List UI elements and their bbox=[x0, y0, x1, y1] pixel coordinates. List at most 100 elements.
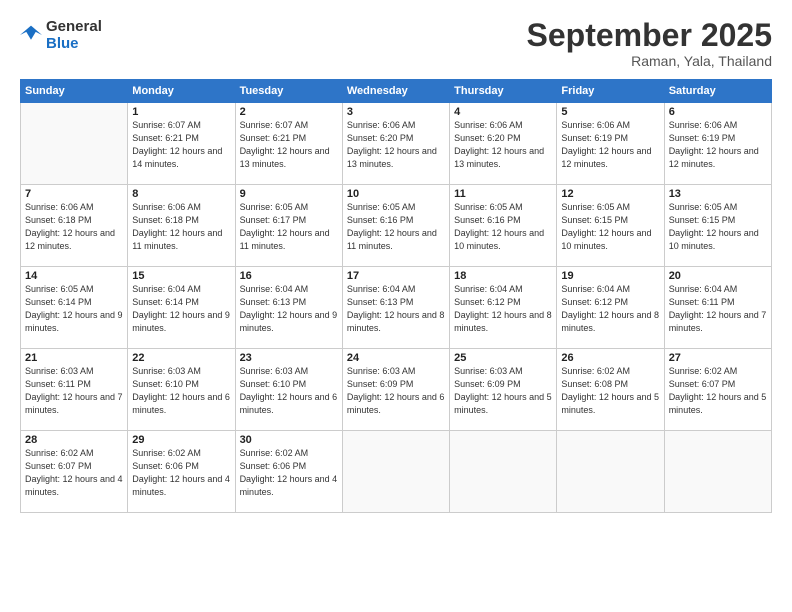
title-block: September 2025 Raman, Yala, Thailand bbox=[527, 18, 772, 69]
logo: General Blue bbox=[20, 18, 102, 53]
day-info: Sunrise: 6:06 AMSunset: 6:18 PMDaylight:… bbox=[132, 201, 230, 253]
day-number: 17 bbox=[347, 270, 445, 282]
day-info: Sunrise: 6:04 AMSunset: 6:11 PMDaylight:… bbox=[669, 283, 767, 335]
day-number: 28 bbox=[25, 434, 123, 446]
day-info: Sunrise: 6:05 AMSunset: 6:16 PMDaylight:… bbox=[454, 201, 552, 253]
table-row: 2Sunrise: 6:07 AMSunset: 6:21 PMDaylight… bbox=[235, 103, 342, 185]
table-row: 7Sunrise: 6:06 AMSunset: 6:18 PMDaylight… bbox=[21, 185, 128, 267]
table-row bbox=[342, 431, 449, 513]
col-wednesday: Wednesday bbox=[342, 80, 449, 103]
table-row: 24Sunrise: 6:03 AMSunset: 6:09 PMDayligh… bbox=[342, 349, 449, 431]
table-row bbox=[21, 103, 128, 185]
table-row: 8Sunrise: 6:06 AMSunset: 6:18 PMDaylight… bbox=[128, 185, 235, 267]
day-info: Sunrise: 6:07 AMSunset: 6:21 PMDaylight:… bbox=[240, 119, 338, 171]
day-number: 7 bbox=[25, 188, 123, 200]
table-row bbox=[557, 431, 664, 513]
table-row: 4Sunrise: 6:06 AMSunset: 6:20 PMDaylight… bbox=[450, 103, 557, 185]
table-row: 1Sunrise: 6:07 AMSunset: 6:21 PMDaylight… bbox=[128, 103, 235, 185]
table-row: 25Sunrise: 6:03 AMSunset: 6:09 PMDayligh… bbox=[450, 349, 557, 431]
day-info: Sunrise: 6:05 AMSunset: 6:17 PMDaylight:… bbox=[240, 201, 338, 253]
day-number: 26 bbox=[561, 352, 659, 364]
day-info: Sunrise: 6:03 AMSunset: 6:10 PMDaylight:… bbox=[240, 365, 338, 417]
table-row: 13Sunrise: 6:05 AMSunset: 6:15 PMDayligh… bbox=[664, 185, 771, 267]
table-row: 6Sunrise: 6:06 AMSunset: 6:19 PMDaylight… bbox=[664, 103, 771, 185]
calendar-table: Sunday Monday Tuesday Wednesday Thursday… bbox=[20, 79, 772, 513]
table-row: 18Sunrise: 6:04 AMSunset: 6:12 PMDayligh… bbox=[450, 267, 557, 349]
day-number: 6 bbox=[669, 106, 767, 118]
day-number: 15 bbox=[132, 270, 230, 282]
table-row: 26Sunrise: 6:02 AMSunset: 6:08 PMDayligh… bbox=[557, 349, 664, 431]
day-number: 4 bbox=[454, 106, 552, 118]
logo-text: General Blue bbox=[46, 18, 102, 53]
logo-general: General bbox=[46, 18, 102, 35]
day-info: Sunrise: 6:04 AMSunset: 6:12 PMDaylight:… bbox=[454, 283, 552, 335]
day-number: 2 bbox=[240, 106, 338, 118]
day-number: 12 bbox=[561, 188, 659, 200]
table-row: 11Sunrise: 6:05 AMSunset: 6:16 PMDayligh… bbox=[450, 185, 557, 267]
table-row: 15Sunrise: 6:04 AMSunset: 6:14 PMDayligh… bbox=[128, 267, 235, 349]
calendar-week-row: 7Sunrise: 6:06 AMSunset: 6:18 PMDaylight… bbox=[21, 185, 772, 267]
day-number: 25 bbox=[454, 352, 552, 364]
table-row: 28Sunrise: 6:02 AMSunset: 6:07 PMDayligh… bbox=[21, 431, 128, 513]
calendar-week-row: 14Sunrise: 6:05 AMSunset: 6:14 PMDayligh… bbox=[21, 267, 772, 349]
day-info: Sunrise: 6:06 AMSunset: 6:18 PMDaylight:… bbox=[25, 201, 123, 253]
table-row: 10Sunrise: 6:05 AMSunset: 6:16 PMDayligh… bbox=[342, 185, 449, 267]
day-info: Sunrise: 6:03 AMSunset: 6:09 PMDaylight:… bbox=[454, 365, 552, 417]
calendar-week-row: 21Sunrise: 6:03 AMSunset: 6:11 PMDayligh… bbox=[21, 349, 772, 431]
day-info: Sunrise: 6:04 AMSunset: 6:13 PMDaylight:… bbox=[240, 283, 338, 335]
day-number: 19 bbox=[561, 270, 659, 282]
calendar-week-row: 1Sunrise: 6:07 AMSunset: 6:21 PMDaylight… bbox=[21, 103, 772, 185]
day-info: Sunrise: 6:03 AMSunset: 6:11 PMDaylight:… bbox=[25, 365, 123, 417]
day-number: 20 bbox=[669, 270, 767, 282]
col-saturday: Saturday bbox=[664, 80, 771, 103]
col-tuesday: Tuesday bbox=[235, 80, 342, 103]
table-row: 23Sunrise: 6:03 AMSunset: 6:10 PMDayligh… bbox=[235, 349, 342, 431]
table-row: 5Sunrise: 6:06 AMSunset: 6:19 PMDaylight… bbox=[557, 103, 664, 185]
day-info: Sunrise: 6:06 AMSunset: 6:19 PMDaylight:… bbox=[561, 119, 659, 171]
logo-blue: Blue bbox=[46, 35, 79, 52]
day-info: Sunrise: 6:05 AMSunset: 6:15 PMDaylight:… bbox=[561, 201, 659, 253]
day-number: 14 bbox=[25, 270, 123, 282]
day-number: 3 bbox=[347, 106, 445, 118]
table-row bbox=[664, 431, 771, 513]
day-info: Sunrise: 6:06 AMSunset: 6:19 PMDaylight:… bbox=[669, 119, 767, 171]
day-info: Sunrise: 6:04 AMSunset: 6:14 PMDaylight:… bbox=[132, 283, 230, 335]
day-info: Sunrise: 6:02 AMSunset: 6:07 PMDaylight:… bbox=[25, 447, 123, 499]
day-info: Sunrise: 6:05 AMSunset: 6:14 PMDaylight:… bbox=[25, 283, 123, 335]
day-number: 24 bbox=[347, 352, 445, 364]
table-row: 22Sunrise: 6:03 AMSunset: 6:10 PMDayligh… bbox=[128, 349, 235, 431]
day-info: Sunrise: 6:02 AMSunset: 6:08 PMDaylight:… bbox=[561, 365, 659, 417]
table-row: 17Sunrise: 6:04 AMSunset: 6:13 PMDayligh… bbox=[342, 267, 449, 349]
day-number: 30 bbox=[240, 434, 338, 446]
table-row: 20Sunrise: 6:04 AMSunset: 6:11 PMDayligh… bbox=[664, 267, 771, 349]
day-info: Sunrise: 6:07 AMSunset: 6:21 PMDaylight:… bbox=[132, 119, 230, 171]
day-number: 10 bbox=[347, 188, 445, 200]
day-info: Sunrise: 6:04 AMSunset: 6:13 PMDaylight:… bbox=[347, 283, 445, 335]
day-number: 29 bbox=[132, 434, 230, 446]
table-row: 19Sunrise: 6:04 AMSunset: 6:12 PMDayligh… bbox=[557, 267, 664, 349]
day-number: 22 bbox=[132, 352, 230, 364]
header: General Blue September 2025 Raman, Yala,… bbox=[20, 18, 772, 69]
col-thursday: Thursday bbox=[450, 80, 557, 103]
table-row: 29Sunrise: 6:02 AMSunset: 6:06 PMDayligh… bbox=[128, 431, 235, 513]
day-number: 5 bbox=[561, 106, 659, 118]
calendar-week-row: 28Sunrise: 6:02 AMSunset: 6:07 PMDayligh… bbox=[21, 431, 772, 513]
day-number: 1 bbox=[132, 106, 230, 118]
table-row: 16Sunrise: 6:04 AMSunset: 6:13 PMDayligh… bbox=[235, 267, 342, 349]
day-info: Sunrise: 6:06 AMSunset: 6:20 PMDaylight:… bbox=[347, 119, 445, 171]
day-number: 8 bbox=[132, 188, 230, 200]
table-row: 27Sunrise: 6:02 AMSunset: 6:07 PMDayligh… bbox=[664, 349, 771, 431]
calendar-header-row: Sunday Monday Tuesday Wednesday Thursday… bbox=[21, 80, 772, 103]
day-info: Sunrise: 6:02 AMSunset: 6:07 PMDaylight:… bbox=[669, 365, 767, 417]
day-info: Sunrise: 6:03 AMSunset: 6:09 PMDaylight:… bbox=[347, 365, 445, 417]
day-number: 27 bbox=[669, 352, 767, 364]
day-number: 18 bbox=[454, 270, 552, 282]
table-row: 30Sunrise: 6:02 AMSunset: 6:06 PMDayligh… bbox=[235, 431, 342, 513]
day-number: 21 bbox=[25, 352, 123, 364]
month-title: September 2025 bbox=[527, 18, 772, 53]
logo-bird-icon bbox=[20, 24, 42, 46]
table-row bbox=[450, 431, 557, 513]
day-number: 16 bbox=[240, 270, 338, 282]
day-number: 11 bbox=[454, 188, 552, 200]
day-info: Sunrise: 6:02 AMSunset: 6:06 PMDaylight:… bbox=[132, 447, 230, 499]
